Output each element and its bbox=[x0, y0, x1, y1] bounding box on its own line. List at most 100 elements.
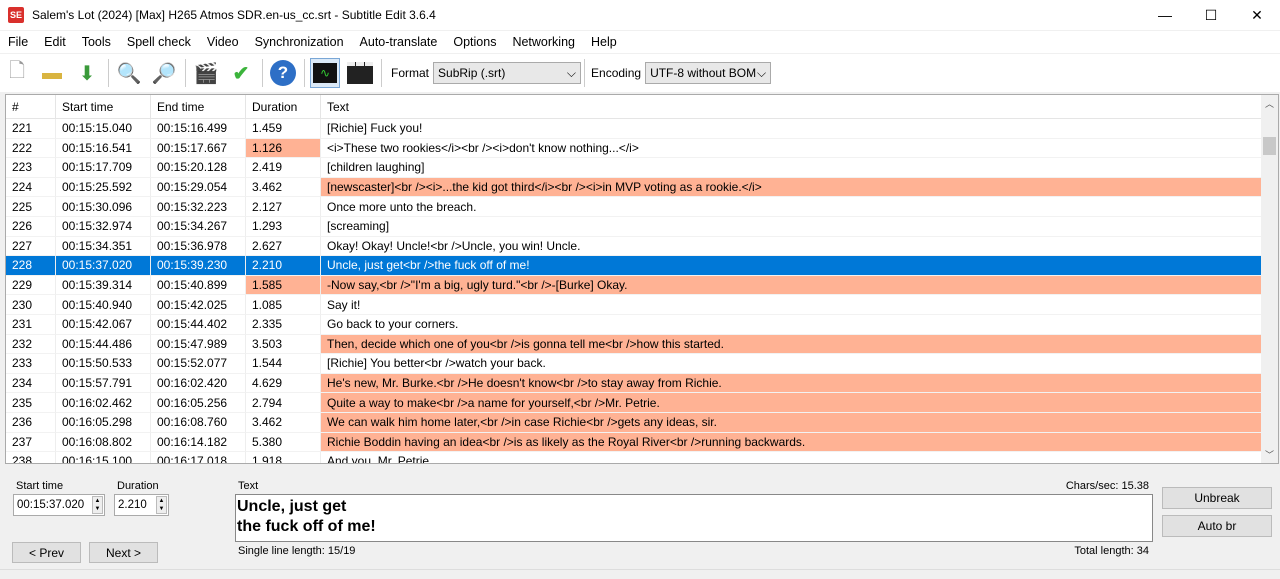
table-row[interactable]: 229 00:15:39.314 00:15:40.899 1.585 -Now say… bbox=[6, 275, 1278, 296]
menu-spell-check[interactable]: Spell check bbox=[119, 35, 199, 49]
title-bar: SE Salem's Lot (2024) [Max] H265 Atmos S… bbox=[0, 0, 1280, 30]
start-time-input[interactable]: 00:15:37.020 ▲ ▼ bbox=[13, 494, 105, 516]
cell-number: 234 bbox=[6, 373, 56, 394]
cell-text: [Richie] Fuck you! bbox=[321, 119, 1262, 139]
subtitle-text-input[interactable]: Uncle, just get the fuck off of me! bbox=[235, 494, 1153, 542]
table-row[interactable]: 222 00:15:16.541 00:15:17.667 1.126 <i>These… bbox=[6, 138, 1278, 159]
next-button[interactable]: Next > bbox=[89, 542, 158, 563]
encoding-label: Encoding bbox=[591, 66, 642, 80]
spinner-arrows-icon[interactable]: ▲ ▼ bbox=[92, 496, 103, 514]
cell-text: Okay! Okay! Uncle!<br />Uncle, you win! … bbox=[321, 236, 1262, 257]
cell-text: Uncle, just get<br />the fuck off of me! bbox=[321, 256, 1262, 276]
cell-duration: 3.462 bbox=[246, 412, 321, 433]
cell-text: [children laughing] bbox=[321, 158, 1262, 178]
cell-number: 221 bbox=[6, 119, 56, 139]
table-row[interactable]: 233 00:15:50.533 00:15:52.077 1.544 [Richie]… bbox=[6, 354, 1278, 374]
toolbar: 🗋 ▬ ⬇ 🔍 🔎 🎬 ✔ ? ∿ Format SubRip (.srt) ⌵ … bbox=[0, 54, 1280, 92]
cell-number: 229 bbox=[6, 275, 56, 296]
open-folder-icon[interactable]: ▬ bbox=[37, 58, 67, 88]
auto-br-button[interactable]: Auto br bbox=[1162, 515, 1272, 537]
menu-options[interactable]: Options bbox=[445, 35, 504, 49]
cell-duration: 3.503 bbox=[246, 334, 321, 355]
spell-check-icon[interactable]: ✔ bbox=[226, 58, 256, 88]
cell-text: [screaming] bbox=[321, 216, 1262, 237]
duration-value: 2.210 bbox=[118, 499, 147, 511]
separator bbox=[185, 59, 186, 87]
menu-synchronization[interactable]: Synchronization bbox=[247, 35, 352, 49]
table-row[interactable]: 234 00:15:57.791 00:16:02.420 4.629 He's new… bbox=[6, 373, 1278, 394]
window-title: Salem's Lot (2024) [Max] H265 Atmos SDR.… bbox=[32, 8, 436, 22]
cell-number: 233 bbox=[6, 354, 56, 374]
scroll-thumb[interactable] bbox=[1263, 137, 1276, 155]
table-row[interactable]: 227 00:15:34.351 00:15:36.978 2.627 Okay! Ok… bbox=[6, 236, 1278, 257]
column-header-text[interactable]: Text bbox=[321, 95, 1262, 118]
find-icon[interactable]: 🔍 bbox=[114, 58, 144, 88]
cell-duration: 2.127 bbox=[246, 197, 321, 217]
table-row[interactable]: 228 00:15:37.020 00:15:39.230 2.210 Uncle, j… bbox=[6, 256, 1278, 276]
table-row[interactable]: 232 00:15:44.486 00:15:47.989 3.503 Then, de… bbox=[6, 334, 1278, 355]
table-row[interactable]: 238 00:16:15.100 00:16:17.018 1.918 And you,… bbox=[6, 452, 1278, 463]
unbreak-button[interactable]: Unbreak bbox=[1162, 487, 1272, 509]
maximize-button[interactable]: ☐ bbox=[1188, 0, 1234, 30]
cell-duration: 1.544 bbox=[246, 354, 321, 374]
table-row[interactable]: 225 00:15:30.096 00:15:32.223 2.127 Once mor… bbox=[6, 197, 1278, 217]
menu-video[interactable]: Video bbox=[199, 35, 247, 49]
waveform-toggle-icon[interactable]: ∿ bbox=[310, 58, 340, 88]
replace-icon[interactable]: 🔎 bbox=[149, 58, 179, 88]
menu-bar: File Edit Tools Spell check Video Synchr… bbox=[0, 31, 1280, 53]
menu-help[interactable]: Help bbox=[583, 35, 625, 49]
duration-input[interactable]: 2.210 ▲ ▼ bbox=[114, 494, 169, 516]
cell-start-time: 00:16:02.462 bbox=[56, 393, 151, 413]
cell-text: [Richie] You better<br />watch your back… bbox=[321, 354, 1262, 374]
column-header-start-time[interactable]: Start time bbox=[56, 95, 151, 118]
format-select[interactable]: SubRip (.srt) ⌵ bbox=[433, 62, 582, 84]
new-file-icon[interactable]: 🗋 bbox=[2, 58, 32, 88]
cell-end-time: 00:15:16.499 bbox=[151, 119, 246, 139]
menu-edit[interactable]: Edit bbox=[36, 35, 74, 49]
menu-auto-translate[interactable]: Auto-translate bbox=[352, 35, 446, 49]
cell-text: We can walk him home later,<br />in case… bbox=[321, 412, 1262, 433]
cell-end-time: 00:15:36.978 bbox=[151, 236, 246, 257]
table-row[interactable]: 237 00:16:08.802 00:16:14.182 5.380 Richie B… bbox=[6, 432, 1278, 453]
spinner-arrows-icon[interactable]: ▲ ▼ bbox=[156, 496, 167, 514]
scroll-down-icon[interactable]: ﹀ bbox=[1261, 448, 1278, 461]
encoding-value: UTF-8 without BOM bbox=[650, 66, 757, 80]
minimize-button[interactable]: — bbox=[1142, 0, 1188, 30]
column-header-number[interactable]: # bbox=[6, 95, 56, 118]
video-toggle-icon[interactable] bbox=[345, 58, 375, 88]
encoding-select[interactable]: UTF-8 without BOM ⌵ bbox=[645, 62, 772, 84]
save-download-icon[interactable]: ⬇ bbox=[72, 58, 102, 88]
table-row[interactable]: 223 00:15:17.709 00:15:20.128 2.419 [childre… bbox=[6, 158, 1278, 178]
cell-start-time: 00:15:37.020 bbox=[56, 256, 151, 276]
cell-end-time: 00:15:42.025 bbox=[151, 295, 246, 315]
table-row[interactable]: 224 00:15:25.592 00:15:29.054 3.462 [newscas… bbox=[6, 177, 1278, 198]
table-row[interactable]: 231 00:15:42.067 00:15:44.402 2.335 Go back … bbox=[6, 314, 1278, 335]
cell-number: 238 bbox=[6, 452, 56, 463]
visual-sync-icon[interactable]: 🎬 bbox=[191, 58, 221, 88]
cell-number: 232 bbox=[6, 334, 56, 355]
table-row[interactable]: 226 00:15:32.974 00:15:34.267 1.293 [screami… bbox=[6, 216, 1278, 237]
table-row[interactable]: 235 00:16:02.462 00:16:05.256 2.794 Quite a … bbox=[6, 393, 1278, 413]
cell-end-time: 00:15:44.402 bbox=[151, 314, 246, 335]
scroll-up-icon[interactable]: ︿ bbox=[1261, 97, 1278, 110]
menu-file[interactable]: File bbox=[0, 35, 36, 49]
help-icon[interactable]: ? bbox=[268, 58, 298, 88]
cell-duration: 1.585 bbox=[246, 275, 321, 296]
cell-duration: 1.459 bbox=[246, 119, 321, 139]
close-button[interactable]: ✕ bbox=[1234, 0, 1280, 30]
table-row[interactable]: 236 00:16:05.298 00:16:08.760 3.462 We can w… bbox=[6, 412, 1278, 433]
cell-number: 231 bbox=[6, 314, 56, 335]
cell-start-time: 00:15:34.351 bbox=[56, 236, 151, 257]
cell-end-time: 00:15:17.667 bbox=[151, 138, 246, 159]
prev-button[interactable]: < Prev bbox=[12, 542, 81, 563]
menu-networking[interactable]: Networking bbox=[504, 35, 583, 49]
table-row[interactable]: 221 00:15:15.040 00:15:16.499 1.459 [Richie]… bbox=[6, 119, 1278, 139]
column-header-duration[interactable]: Duration bbox=[246, 95, 321, 118]
cell-number: 222 bbox=[6, 138, 56, 159]
cell-start-time: 00:15:44.486 bbox=[56, 334, 151, 355]
vertical-scrollbar[interactable]: ︿ ﹀ bbox=[1261, 95, 1278, 463]
column-header-end-time[interactable]: End time bbox=[151, 95, 246, 118]
table-row[interactable]: 230 00:15:40.940 00:15:42.025 1.085 Say it! bbox=[6, 295, 1278, 315]
cell-start-time: 00:15:25.592 bbox=[56, 177, 151, 198]
menu-tools[interactable]: Tools bbox=[74, 35, 119, 49]
